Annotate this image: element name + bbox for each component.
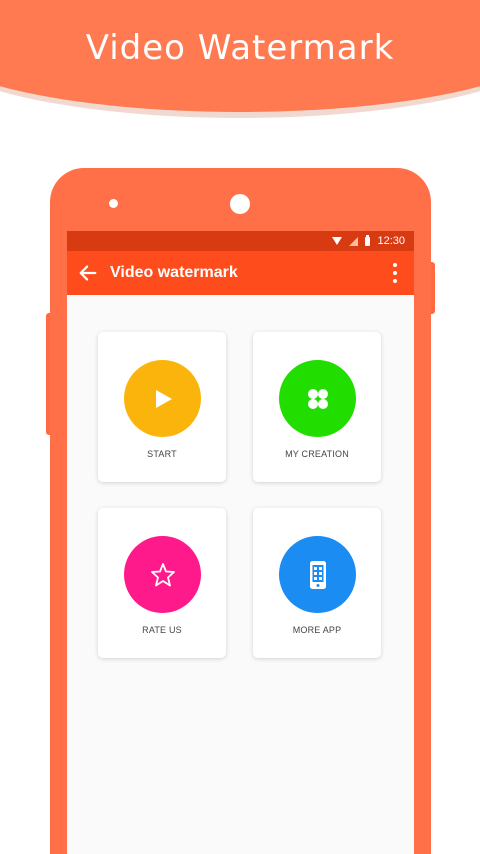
battery-icon xyxy=(365,234,371,246)
more-app-icon-circle xyxy=(279,536,356,613)
phone-camera xyxy=(230,194,250,214)
status-time: 12:30 xyxy=(377,235,405,247)
rate-us-icon-circle xyxy=(124,536,201,613)
more-app-card[interactable]: MORE APP xyxy=(253,508,381,658)
my-creation-icon-circle xyxy=(279,360,356,437)
phone-icon xyxy=(309,560,326,589)
phone-screen: 12:30 Video watermark START MY CREATION … xyxy=(67,231,414,854)
rate-us-label: RATE US xyxy=(142,625,182,635)
start-icon-circle xyxy=(124,360,201,437)
signal-icon xyxy=(349,236,359,246)
banner-title: Video Watermark xyxy=(85,28,395,68)
app-toolbar: Video watermark xyxy=(67,251,414,295)
start-card[interactable]: START xyxy=(98,332,226,482)
more-vertical-icon[interactable] xyxy=(392,263,398,283)
rate-us-card[interactable]: RATE US xyxy=(98,508,226,658)
play-icon xyxy=(155,389,172,408)
arrow-left-icon[interactable] xyxy=(77,262,99,284)
phone-sensor-dot xyxy=(109,199,118,208)
wifi-icon xyxy=(332,237,343,245)
star-icon xyxy=(150,562,175,586)
grid-icon xyxy=(307,388,328,409)
promo-screen: Video Watermark 12:30 Video watermark ST… xyxy=(0,0,480,854)
status-bar: 12:30 xyxy=(67,231,414,251)
start-label: START xyxy=(147,449,177,459)
my-creation-card[interactable]: MY CREATION xyxy=(253,332,381,482)
my-creation-label: MY CREATION xyxy=(285,449,349,459)
more-app-label: MORE APP xyxy=(292,625,342,635)
toolbar-title: Video watermark xyxy=(110,264,238,281)
